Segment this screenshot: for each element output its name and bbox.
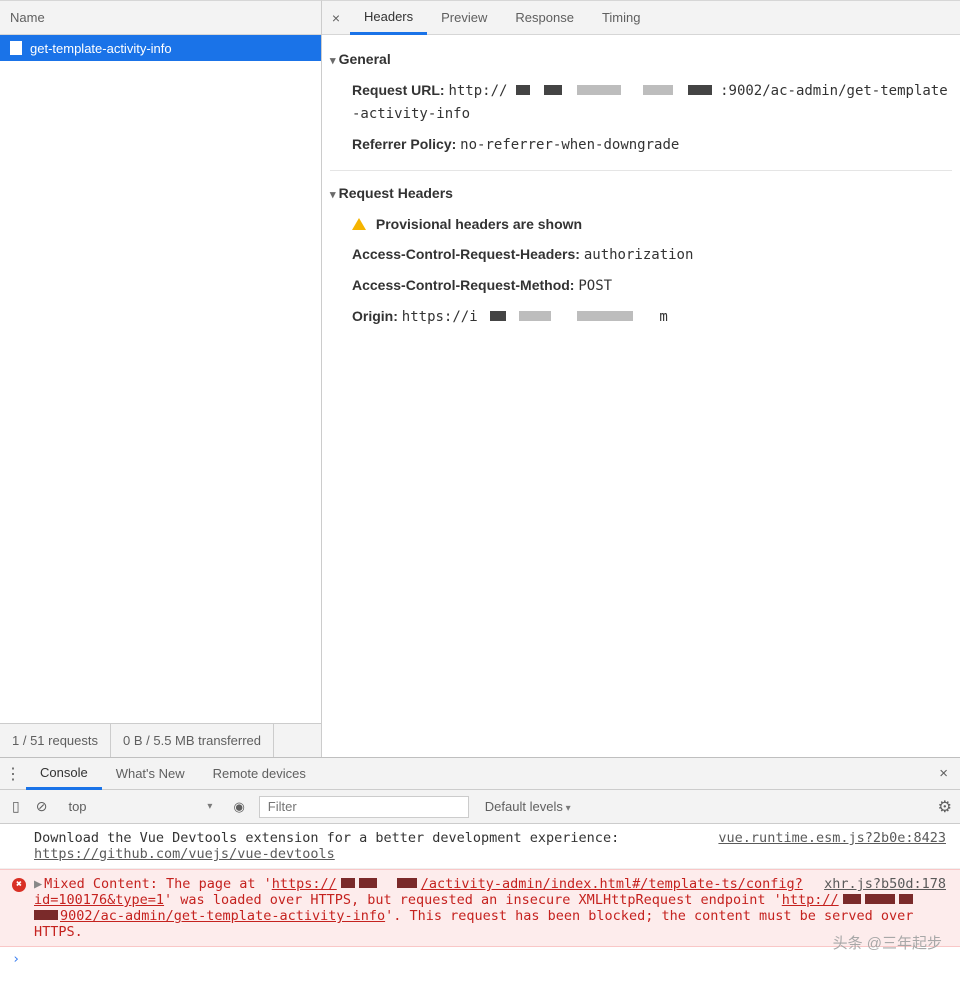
toggle-sidebar-icon[interactable]: ▯ xyxy=(8,798,24,815)
context-value: top xyxy=(68,799,86,814)
redacted xyxy=(519,311,551,321)
acrm-value: POST xyxy=(578,278,612,294)
network-status-bar: 1 / 51 requests 0 B / 5.5 MB transferred xyxy=(0,723,321,757)
err-mid1: ' was loaded over HTTPS, but requested a… xyxy=(164,892,782,908)
redacted xyxy=(843,894,861,904)
kebab-icon[interactable]: ⋮ xyxy=(0,764,26,784)
redacted xyxy=(490,311,506,321)
drawer: ⋮ Console What's New Remote devices × ▯ … xyxy=(0,757,960,995)
log-levels-select[interactable]: Default levels xyxy=(485,799,571,814)
provisional-text: Provisional headers are shown xyxy=(376,216,582,232)
file-icon xyxy=(10,41,22,55)
kv-referrer-policy: Referrer Policy: no-referrer-when-downgr… xyxy=(330,129,952,160)
acrh-value: authorization xyxy=(584,247,694,263)
request-name: get-template-activity-info xyxy=(30,41,172,56)
origin-suffix: m xyxy=(659,309,667,325)
devtools-link[interactable]: https://github.com/vuejs/vue-devtools xyxy=(34,846,335,862)
redacted xyxy=(865,894,895,904)
expand-icon[interactable]: ▶ xyxy=(34,876,42,892)
console-settings-icon[interactable]: ⚙ xyxy=(938,797,952,817)
live-expression-icon[interactable]: ◉ xyxy=(227,799,250,815)
redacted xyxy=(577,311,633,321)
status-transferred: 0 B / 5.5 MB transferred xyxy=(111,724,274,757)
headers-body: General Request URL: http:// :9002/ac-ad… xyxy=(322,35,960,757)
kv-origin: Origin: https://i m xyxy=(330,301,952,332)
section-request-headers[interactable]: Request Headers xyxy=(330,181,952,209)
close-drawer-icon[interactable]: × xyxy=(939,765,948,782)
tab-console[interactable]: Console xyxy=(26,758,102,790)
tab-headers[interactable]: Headers xyxy=(350,1,427,35)
name-column-header[interactable]: Name xyxy=(0,1,321,35)
clear-console-icon[interactable]: ⊘ xyxy=(32,798,52,815)
tab-remote-devices[interactable]: Remote devices xyxy=(199,758,320,790)
origin-prefix: https://i xyxy=(402,309,478,325)
redacted xyxy=(34,910,58,920)
close-detail-icon[interactable]: × xyxy=(322,10,350,26)
log-text: Download the Vue Devtools extension for … xyxy=(34,830,619,846)
kv-acr-headers: Access-Control-Request-Headers: authoriz… xyxy=(330,239,952,270)
message-source-link[interactable]: vue.runtime.esm.js?2b0e:8423 xyxy=(718,830,946,846)
redacted xyxy=(899,894,913,904)
redacted xyxy=(397,878,417,888)
tab-response[interactable]: Response xyxy=(501,1,588,35)
console-log-message: vue.runtime.esm.js?2b0e:8423 Download th… xyxy=(0,824,960,869)
origin-label: Origin: xyxy=(352,308,398,324)
watermark: 头条 @三年起步 xyxy=(833,932,942,953)
status-request-count: 1 / 51 requests xyxy=(0,724,111,757)
kv-acr-method: Access-Control-Request-Method: POST xyxy=(330,270,952,301)
request-row-selected[interactable]: get-template-activity-info xyxy=(0,35,321,61)
console-messages: vue.runtime.esm.js?2b0e:8423 Download th… xyxy=(0,824,960,995)
divider xyxy=(330,170,952,171)
request-url-prefix: http:// xyxy=(448,83,507,99)
request-url-label: Request URL: xyxy=(352,82,445,98)
warning-icon xyxy=(352,218,366,230)
tab-preview[interactable]: Preview xyxy=(427,1,501,35)
acrh-label: Access-Control-Request-Headers: xyxy=(352,246,580,262)
error-icon: ✖ xyxy=(12,878,26,892)
redacted xyxy=(544,85,562,95)
request-list-column: Name get-template-activity-info 1 / 51 r… xyxy=(0,0,322,757)
kv-request-url: Request URL: http:// :9002/ac-admin/get-… xyxy=(330,75,952,129)
referrer-policy-value: no-referrer-when-downgrade xyxy=(460,137,679,153)
redacted xyxy=(359,878,377,888)
request-list: get-template-activity-info xyxy=(0,35,321,723)
console-toolbar: ▯ ⊘ top ◉ Default levels ⚙ xyxy=(0,790,960,824)
redacted xyxy=(688,85,712,95)
redacted xyxy=(341,878,355,888)
acrm-label: Access-Control-Request-Method: xyxy=(352,277,574,293)
request-detail-column: × Headers Preview Response Timing Genera… xyxy=(322,0,960,757)
console-prompt[interactable]: › xyxy=(0,947,960,971)
redacted xyxy=(577,85,621,95)
filter-input[interactable] xyxy=(259,796,469,818)
drawer-tabs: ⋮ Console What's New Remote devices × xyxy=(0,758,960,790)
message-source-link[interactable]: xhr.js?b50d:178 xyxy=(824,876,946,892)
console-error-message: ✖ xhr.js?b50d:178 ▶Mixed Content: The pa… xyxy=(0,869,960,947)
redacted xyxy=(516,85,530,95)
referrer-policy-label: Referrer Policy: xyxy=(352,136,456,152)
network-panel: Name get-template-activity-info 1 / 51 r… xyxy=(0,0,960,757)
tab-whats-new[interactable]: What's New xyxy=(102,758,199,790)
redacted xyxy=(643,85,673,95)
err-pre: Mixed Content: The page at ' xyxy=(44,876,272,892)
provisional-warning: Provisional headers are shown xyxy=(330,209,952,239)
section-general[interactable]: General xyxy=(330,47,952,75)
tab-timing[interactable]: Timing xyxy=(588,1,655,35)
context-select[interactable]: top xyxy=(59,796,219,817)
detail-tabs: × Headers Preview Response Timing xyxy=(322,1,960,35)
